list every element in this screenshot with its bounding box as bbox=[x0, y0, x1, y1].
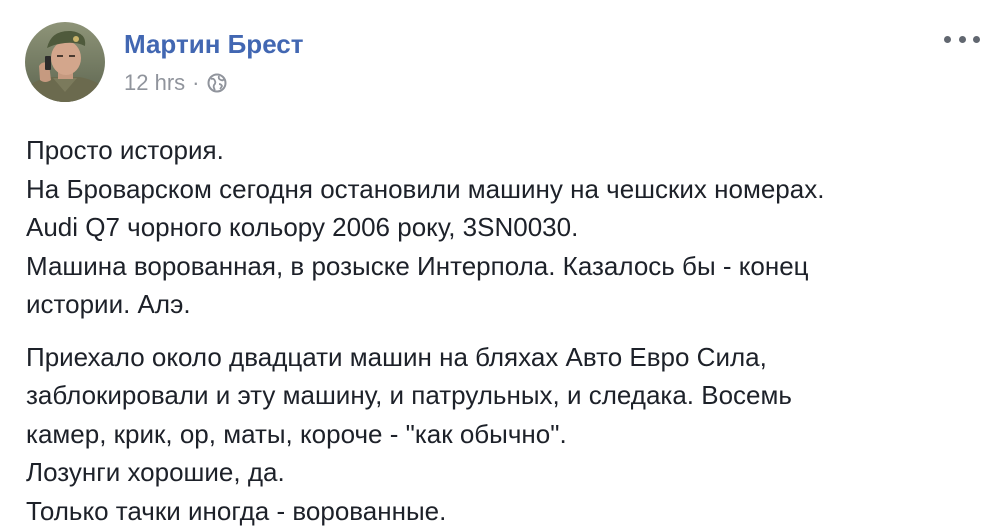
post-body: Просто история. На Броварском сегодня ос… bbox=[26, 131, 976, 528]
facebook-post: Мартин Брест 12 hrs · Просто история. На… bbox=[0, 0, 1006, 528]
more-dot bbox=[944, 35, 951, 43]
globe-icon[interactable] bbox=[207, 73, 227, 93]
avatar[interactable] bbox=[25, 22, 105, 102]
post-line: На Броварском сегодня остановили машину … bbox=[26, 173, 825, 204]
post-line: Машина ворованная, в розыске Интерпола. … bbox=[26, 250, 809, 281]
more-options-icon[interactable] bbox=[944, 28, 980, 50]
post-line: истории. Алэ. bbox=[26, 289, 191, 319]
post-timestamp[interactable]: 12 hrs bbox=[124, 70, 185, 96]
post-line: Audi Q7 чорного кольору 2006 року, 3SN00… bbox=[26, 212, 579, 242]
post-meta: 12 hrs · bbox=[124, 70, 227, 96]
post-paragraph-2: Приехало около двадцати машин на бляхах … bbox=[26, 338, 976, 528]
meta-separator: · bbox=[192, 70, 200, 95]
post-line: камер, крик, ор, маты, короче - "как обы… bbox=[26, 418, 567, 449]
post-line: Приехало около двадцати машин на бляхах … bbox=[26, 341, 767, 372]
post-paragraph-1: Просто история. На Броварском сегодня ос… bbox=[26, 131, 976, 324]
more-dot bbox=[958, 35, 966, 43]
more-dot bbox=[973, 35, 980, 43]
author-name[interactable]: Мартин Брест bbox=[124, 29, 304, 60]
post-line: Только тачки иногда - ворованные. bbox=[26, 495, 447, 526]
post-line: заблокировали и эту машину, и патрульных… bbox=[26, 380, 792, 410]
avatar-image bbox=[25, 22, 105, 102]
post-line: Просто история. bbox=[26, 135, 224, 165]
post-line: Лозунги хорошие, да. bbox=[26, 457, 285, 487]
